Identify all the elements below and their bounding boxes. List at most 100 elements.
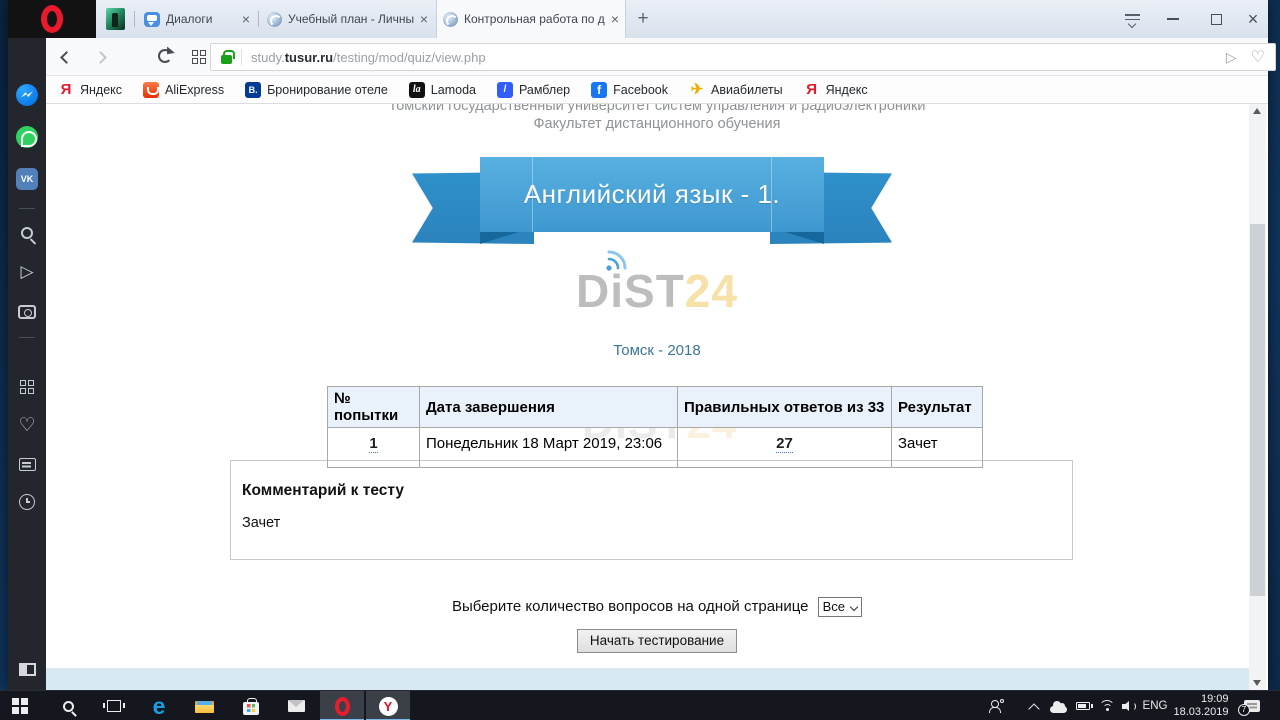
start-test-button[interactable]: Начать тестирование: [577, 629, 737, 653]
maximize-button[interactable]: [1199, 0, 1233, 38]
vk-icon[interactable]: VK: [16, 168, 38, 190]
yandex-browser-icon: Y: [379, 697, 398, 716]
attempt-number-link[interactable]: 1: [369, 435, 377, 453]
university-line2: Факультет дистанционного обучения: [46, 115, 1268, 133]
close-tab-icon[interactable]: ×: [611, 12, 619, 26]
whatsapp-icon[interactable]: [16, 126, 38, 148]
divider: [19, 208, 35, 209]
tab-kontrolnaya-active[interactable]: Контрольная работа по д ×: [436, 0, 626, 38]
start-button[interactable]: [8, 691, 32, 720]
bookmark-facebook[interactable]: fFacebook: [591, 82, 668, 98]
comment-box: Комментарий к тесту Зачет: [230, 460, 1073, 560]
wifi-arcs-icon: [602, 248, 634, 272]
file-explorer-button[interactable]: [191, 691, 217, 720]
bookmark-aviabilety[interactable]: ✈Авиабилеты: [689, 82, 783, 98]
history-clock-icon[interactable]: [19, 494, 35, 510]
course-title: Английский язык - 1.: [524, 179, 780, 210]
tusur-favicon: [443, 12, 458, 27]
wifi-tray-icon[interactable]: [1097, 691, 1117, 720]
task-view-button[interactable]: [102, 691, 126, 720]
notification-badge: 7: [1238, 704, 1250, 716]
bookmark-rambler[interactable]: /Рамблер: [497, 82, 570, 98]
tusur-favicon: [267, 12, 282, 27]
new-tab-button[interactable]: +: [632, 8, 654, 30]
pinned-tab[interactable]: [106, 8, 125, 30]
bookmark-yandex[interactable]: ЯЯндекс: [58, 82, 122, 98]
bookmark-booking[interactable]: B.Бронирование отеле: [245, 82, 388, 98]
volume-tray-icon[interactable]: [1119, 691, 1139, 720]
attempt-date: Понедельник 18 Март 2019, 23:06: [420, 428, 678, 468]
airplane-icon: ✈: [689, 82, 705, 98]
battery-tray-icon[interactable]: [1072, 691, 1094, 720]
chevron-up-icon: [1028, 703, 1039, 714]
edge-button[interactable]: e: [146, 691, 172, 720]
taskbar-search-button[interactable]: [56, 691, 80, 720]
speed-dial-icon[interactable]: [20, 380, 34, 394]
search-icon[interactable]: [21, 227, 33, 239]
table-header-row: № попытки Дата завершения Правильных отв…: [328, 387, 983, 428]
clock[interactable]: 19:09 18.03.2019: [1172, 691, 1230, 720]
people-button[interactable]: [986, 691, 1006, 720]
ribbon-band: Английский язык - 1.: [480, 157, 824, 232]
col-result: Результат: [892, 387, 983, 428]
correct-answers-link[interactable]: 27: [776, 435, 793, 453]
snapshot-camera-icon[interactable]: [18, 305, 36, 319]
speed-dial-icon[interactable]: [192, 50, 206, 64]
university-line1: Томский государственный университет сист…: [46, 104, 1268, 115]
comment-title: Комментарий к тесту: [242, 482, 1072, 500]
windows-taskbar: e Y ENG 19:09 18.03.2019 7: [0, 690, 1280, 720]
opera-menu-button[interactable]: [8, 0, 96, 38]
reload-button[interactable]: [158, 49, 172, 63]
language-indicator[interactable]: ENG: [1140, 691, 1170, 720]
bookmark-lamoda[interactable]: laLamoda: [409, 82, 476, 98]
folder-icon: [195, 699, 214, 713]
opera-sidebar: VK ▷ ♡: [8, 38, 46, 690]
facebook-icon: f: [591, 82, 607, 98]
personal-news-icon[interactable]: [19, 458, 36, 471]
forward-button[interactable]: [92, 49, 108, 65]
yandex-browser-button[interactable]: Y: [366, 691, 410, 720]
bookmarks-heart-icon[interactable]: ♡: [18, 416, 35, 435]
tab-uchebny-plan[interactable]: Учебный план - Личный ×: [261, 0, 434, 38]
tab-dialogi[interactable]: Диалоги ×: [138, 0, 256, 38]
back-button[interactable]: [58, 49, 74, 65]
divider: [19, 337, 35, 338]
scrollbar-thumb[interactable]: [1250, 224, 1265, 596]
bookmark-aliexpress[interactable]: AliExpress: [143, 82, 224, 98]
minimize-button[interactable]: [1156, 0, 1190, 38]
close-tab-icon[interactable]: ×: [242, 12, 250, 26]
opera-taskbar-button[interactable]: [320, 691, 364, 720]
col-attempt: № попытки: [328, 387, 420, 428]
store-button[interactable]: [238, 691, 264, 720]
url-text: study.tusur.ru/testing/mod/quiz/view.php: [251, 50, 1218, 65]
onedrive-tray-icon[interactable]: [1047, 691, 1069, 720]
logo-text-accent: 24: [685, 265, 738, 317]
mail-button[interactable]: [283, 691, 309, 720]
messenger-icon[interactable]: [16, 84, 38, 106]
opera-logo-icon: [41, 5, 63, 33]
notification-icon: 7: [1244, 700, 1260, 712]
close-window-button[interactable]: ×: [1236, 0, 1270, 38]
scroll-down-arrow[interactable]: [1253, 680, 1261, 686]
footer-strip: [46, 668, 1249, 690]
my-flow-icon[interactable]: ▷: [1226, 49, 1237, 66]
close-tab-icon[interactable]: ×: [420, 12, 428, 26]
tray-expand-button[interactable]: [1026, 691, 1042, 720]
my-flow-icon[interactable]: ▷: [20, 263, 33, 280]
questions-per-page-select[interactable]: Все: [818, 597, 862, 617]
tray-time: 19:09: [1173, 693, 1228, 706]
vertical-scrollbar[interactable]: [1249, 104, 1266, 690]
address-bar[interactable]: study.tusur.ru/testing/mod/quiz/view.php…: [210, 43, 1276, 71]
logo-text-main: DiST: [576, 265, 685, 317]
secure-lock-icon[interactable]: [221, 55, 232, 64]
scroll-up-arrow[interactable]: [1253, 108, 1261, 114]
tab-label: Диалоги: [166, 12, 236, 26]
lamoda-icon: la: [409, 82, 425, 98]
bookmark-heart-icon[interactable]: ♡: [1251, 47, 1265, 67]
course-ribbon-banner: Английский язык - 1.: [412, 156, 892, 248]
tab-menu-icon[interactable]: [1125, 14, 1140, 24]
windows-logo-icon: [12, 698, 28, 714]
sidebar-toggle-icon[interactable]: [19, 663, 36, 676]
action-center-button[interactable]: 7: [1240, 691, 1264, 720]
bookmark-yandex-2[interactable]: ЯЯндекс: [804, 82, 868, 98]
